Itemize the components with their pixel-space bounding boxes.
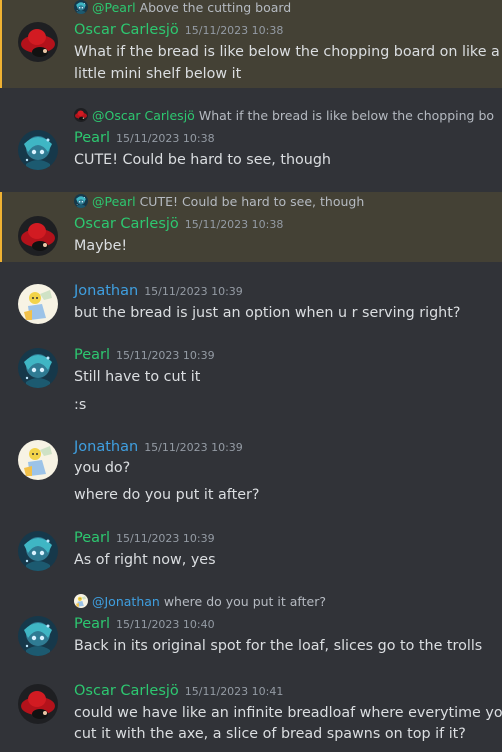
author-name[interactable]: Jonathan: [74, 439, 138, 455]
reply-text: where do you put it after?: [163, 594, 326, 609]
message-text: As of right now, yes: [74, 552, 216, 568]
avatar[interactable]: [18, 616, 58, 656]
reply-author[interactable]: @Pearl: [92, 0, 136, 15]
reply-avatar: [74, 108, 88, 122]
message-text: but the bread is just an option when u r…: [74, 305, 461, 321]
message-item[interactable]: Pearl 15/11/2023 10:39 As of right now, y…: [0, 527, 502, 577]
message-header: Jonathan 15/11/2023 10:39: [74, 283, 243, 299]
author-name[interactable]: Oscar Carlesjö: [74, 216, 179, 232]
message-item[interactable]: Oscar Carlesjö 15/11/2023 10:41 could we …: [0, 680, 502, 752]
author-name[interactable]: Pearl: [74, 347, 110, 363]
timestamp: 15/11/2023 10:38: [116, 132, 215, 145]
author-name[interactable]: Pearl: [74, 616, 110, 632]
message-item[interactable]: Jonathan 15/11/2023 10:39 but the bread i…: [0, 280, 502, 330]
message-text: where do you put it after?: [74, 487, 260, 503]
reply-author[interactable]: @Oscar Carlesjö: [92, 108, 195, 123]
message-header: Pearl 15/11/2023 10:39: [74, 347, 215, 363]
reply-preview[interactable]: @Jonathan where do you put it after?: [74, 594, 494, 612]
timestamp: 15/11/2023 10:39: [144, 441, 243, 454]
message-text: Maybe!: [74, 238, 128, 254]
reply-preview[interactable]: @Pearl CUTE! Could be hard to see, though: [74, 194, 494, 212]
message-item[interactable]: Pearl 15/11/2023 10:39 Still have to cut …: [0, 344, 502, 416]
reply-author[interactable]: @Jonathan: [92, 594, 160, 609]
message-text: Still have to cut it: [74, 369, 201, 385]
message-text: could we have like an infinite breadloaf…: [74, 705, 502, 721]
message-text: little mini shelf below it: [74, 66, 242, 82]
author-name[interactable]: Jonathan: [74, 283, 138, 299]
reply-avatar: [74, 594, 88, 608]
reply-text: Above the cutting board: [139, 0, 292, 15]
timestamp: 15/11/2023 10:39: [116, 349, 215, 362]
message-text: you do?: [74, 460, 131, 476]
reply-avatar: [74, 194, 88, 208]
timestamp: 15/11/2023 10:38: [184, 24, 284, 37]
message-header: Pearl 15/11/2023 10:39: [74, 530, 215, 546]
author-name[interactable]: Pearl: [74, 130, 110, 146]
reply-avatar: [74, 0, 88, 14]
author-name[interactable]: Pearl: [74, 530, 110, 546]
message-item[interactable]: @Jonathan where do you put it after? Pear…: [0, 592, 502, 662]
avatar[interactable]: [18, 216, 58, 256]
message-item[interactable]: Jonathan 15/11/2023 10:39 you do? where d…: [0, 436, 502, 508]
timestamp: 15/11/2023 10:39: [116, 532, 215, 545]
avatar[interactable]: [18, 531, 58, 571]
message-header: Pearl 15/11/2023 10:40: [74, 616, 215, 632]
message-header: Pearl 15/11/2023 10:38: [74, 130, 215, 146]
reply-preview[interactable]: @Oscar Carlesjö What if the bread is like…: [74, 108, 494, 126]
message-text: :s: [74, 397, 87, 413]
timestamp: 15/11/2023 10:40: [116, 618, 215, 631]
reply-author[interactable]: @Pearl: [92, 194, 136, 209]
message-header: Oscar Carlesjö 15/11/2023 10:41: [74, 683, 283, 699]
timestamp: 15/11/2023 10:39: [144, 285, 243, 298]
message-item[interactable]: @Pearl CUTE! Could be hard to see, though…: [0, 192, 502, 262]
avatar[interactable]: [18, 22, 58, 62]
message-text: Back in its original spot for the loaf, …: [74, 638, 483, 654]
reply-preview[interactable]: @Pearl Above the cutting board: [74, 0, 494, 18]
timestamp: 15/11/2023 10:38: [184, 218, 284, 231]
message-text: cut it with the axe, a slice of bread sp…: [74, 726, 466, 742]
avatar[interactable]: [18, 440, 58, 480]
message-item[interactable]: @Pearl Above the cutting board Oscar Carl…: [0, 0, 502, 88]
author-name[interactable]: Oscar Carlesjö: [74, 683, 179, 699]
reply-text: What if the bread is like below the chop…: [198, 108, 494, 123]
author-name[interactable]: Oscar Carlesjö: [74, 22, 179, 38]
message-text: CUTE! Could be hard to see, though: [74, 152, 331, 168]
timestamp: 15/11/2023 10:41: [184, 685, 284, 698]
avatar[interactable]: [18, 684, 58, 724]
message-item[interactable]: @Oscar Carlesjö What if the bread is like…: [0, 106, 502, 176]
message-text: What if the bread is like below the chop…: [74, 44, 500, 60]
avatar[interactable]: [18, 284, 58, 324]
avatar[interactable]: [18, 348, 58, 388]
reply-text: CUTE! Could be hard to see, though: [139, 194, 365, 209]
avatar[interactable]: [18, 130, 58, 170]
message-header: Oscar Carlesjö 15/11/2023 10:38: [74, 216, 283, 232]
message-header: Jonathan 15/11/2023 10:39: [74, 439, 243, 455]
message-header: Oscar Carlesjö 15/11/2023 10:38: [74, 22, 283, 38]
